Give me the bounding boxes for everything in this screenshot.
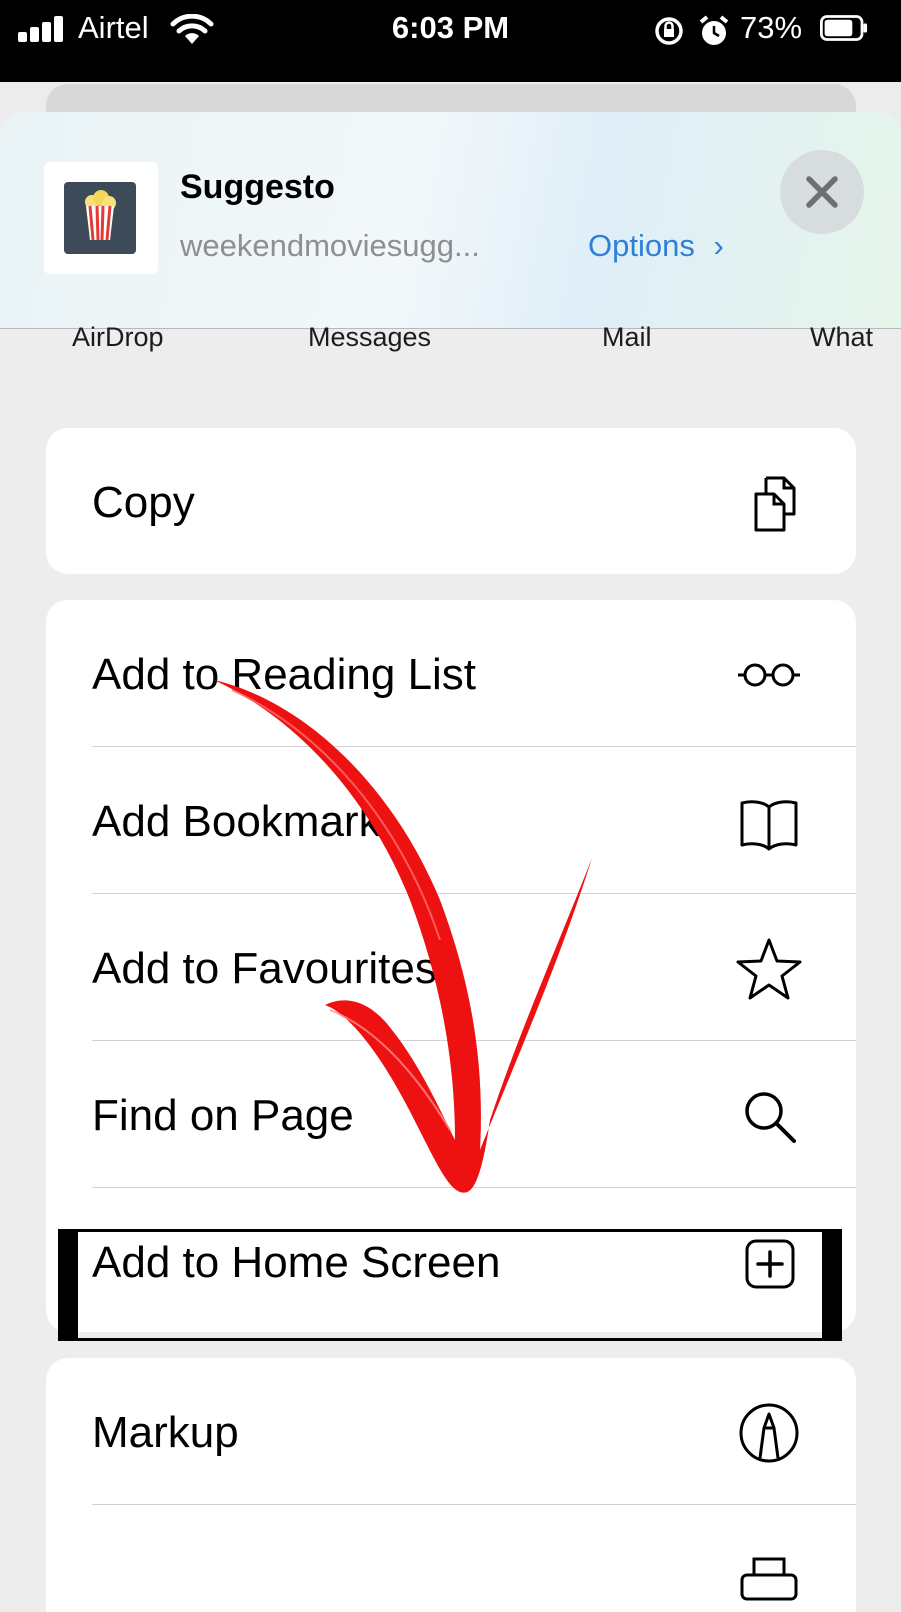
share-target-mail[interactable]: Mail bbox=[602, 322, 652, 353]
actions-group: Add to Reading List Add Bookmark Add to … bbox=[46, 600, 856, 1332]
close-button[interactable] bbox=[780, 150, 864, 234]
share-target-whatsapp[interactable]: What bbox=[810, 322, 873, 353]
status-bar: Airtel 6:03 PM 73% bbox=[0, 0, 901, 82]
add-reading-list-label: Add to Reading List bbox=[92, 650, 477, 699]
popcorn-icon bbox=[64, 182, 136, 254]
search-icon bbox=[745, 1092, 796, 1143]
markup-label: Markup bbox=[92, 1408, 239, 1457]
copy-icon bbox=[754, 476, 796, 532]
share-target-airdrop[interactable]: AirDrop bbox=[72, 322, 164, 353]
glasses-icon bbox=[738, 663, 800, 687]
find-on-page-label: Find on Page bbox=[92, 1091, 354, 1140]
print-action[interactable] bbox=[46, 1505, 856, 1612]
share-target-messages[interactable]: Messages bbox=[308, 322, 431, 353]
markup-group: Markup bbox=[46, 1358, 856, 1612]
site-title: Suggesto bbox=[180, 168, 335, 206]
markup-action[interactable]: Markup bbox=[46, 1358, 856, 1506]
battery-percentage: 73% bbox=[740, 10, 803, 45]
site-icon-frame bbox=[44, 162, 158, 274]
options-button[interactable]: Options › bbox=[588, 228, 724, 264]
star-icon bbox=[736, 938, 802, 1000]
markup-pen-icon bbox=[739, 1403, 799, 1463]
rotation-lock-icon bbox=[655, 17, 683, 45]
site-url: weekendmoviesugg... bbox=[180, 228, 480, 263]
add-favourites-label: Add to Favourites bbox=[92, 944, 437, 993]
highlight-box bbox=[58, 1229, 842, 1341]
chevron-right-icon: › bbox=[713, 228, 724, 263]
battery-icon bbox=[820, 15, 868, 41]
printer-icon bbox=[740, 1557, 798, 1601]
close-icon bbox=[806, 176, 838, 208]
find-on-page-action[interactable]: Find on Page bbox=[46, 1041, 856, 1189]
alarm-icon bbox=[699, 15, 729, 45]
book-icon bbox=[740, 800, 798, 851]
copy-action[interactable]: Copy bbox=[46, 428, 856, 574]
add-reading-list-action[interactable]: Add to Reading List bbox=[46, 600, 856, 748]
options-label: Options bbox=[588, 228, 695, 263]
add-favourites-action[interactable]: Add to Favourites bbox=[46, 894, 856, 1042]
add-bookmark-action[interactable]: Add Bookmark bbox=[46, 747, 856, 895]
copy-group: Copy bbox=[46, 428, 856, 574]
copy-label: Copy bbox=[92, 478, 195, 527]
add-bookmark-label: Add Bookmark bbox=[92, 797, 381, 846]
share-sheet-header: Suggesto weekendmoviesugg... Options › bbox=[0, 112, 901, 329]
share-sheet: Suggesto weekendmoviesugg... Options › A… bbox=[0, 112, 901, 1612]
